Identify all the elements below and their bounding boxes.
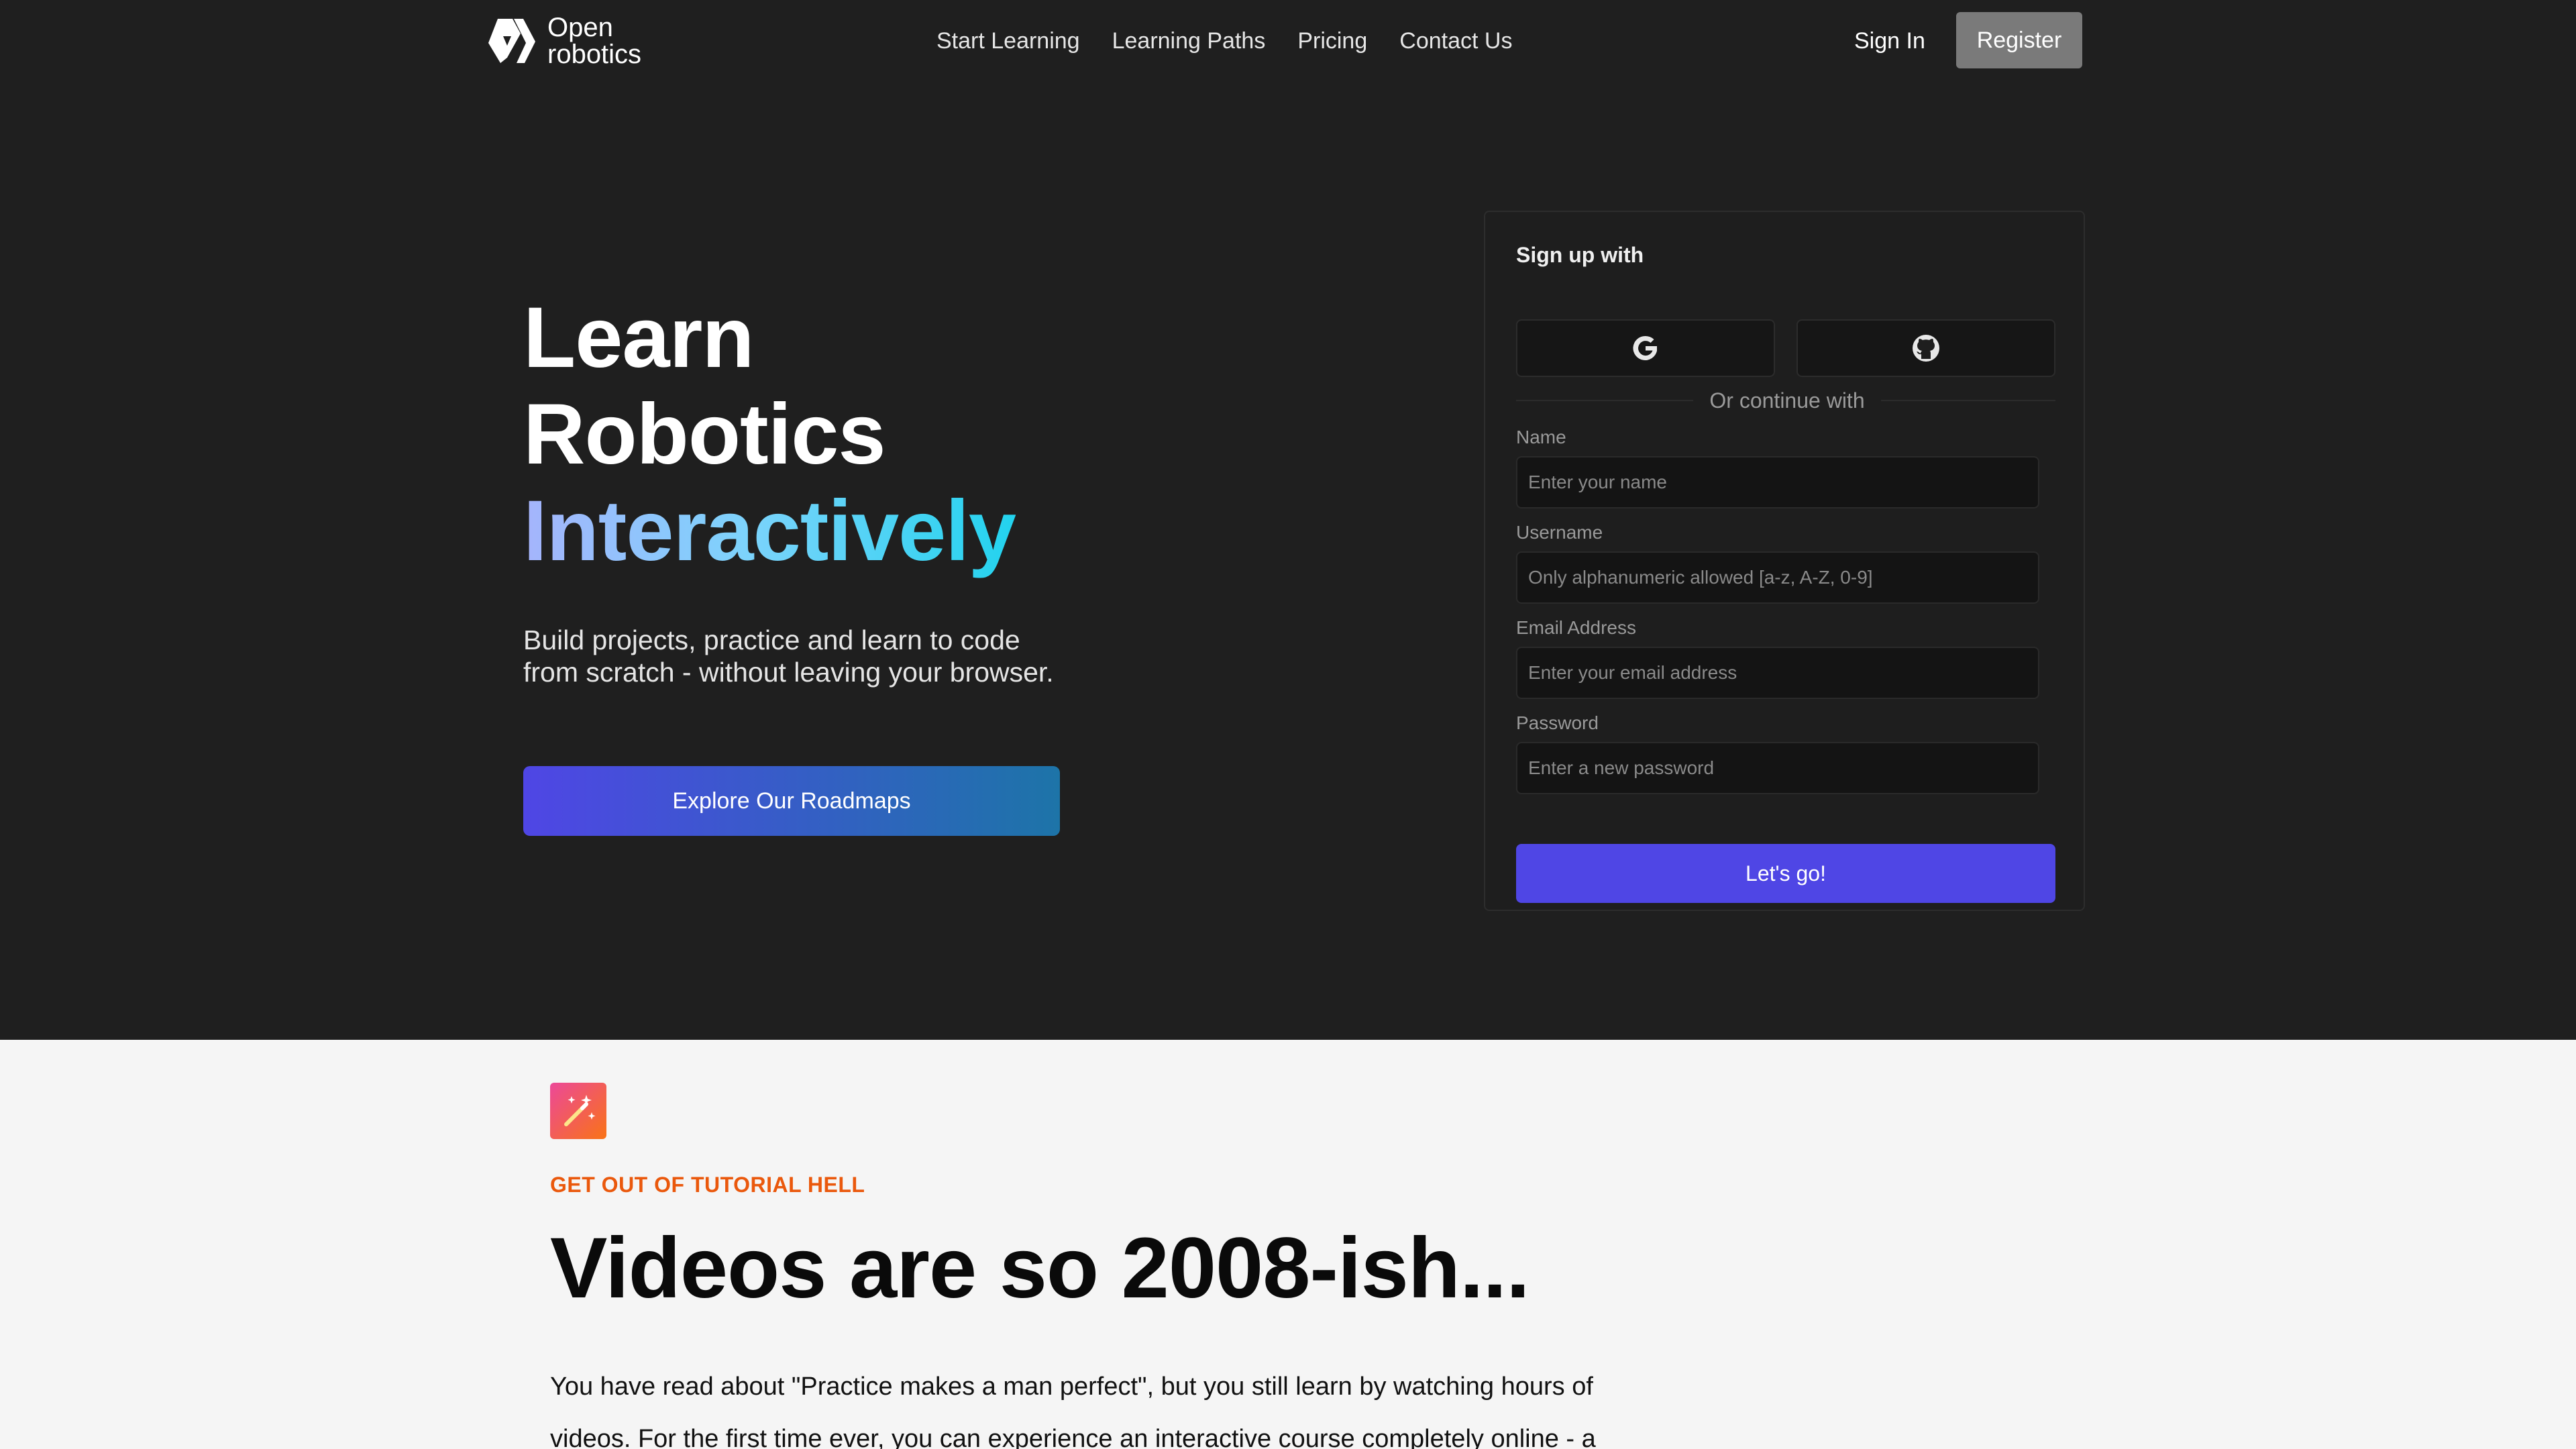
nav-link-start-learning[interactable]: Start Learning [936,25,1080,56]
feature-eyebrow: GET OUT OF TUTORIAL HELL [550,1173,865,1197]
password-label: Password [1516,712,1599,733]
magic-wand-icon [564,1095,596,1126]
feature-section: GET OUT OF TUTORIAL HELL Videos are so 2… [0,1040,2576,1449]
github-icon [1913,335,1939,362]
signup-title: Sign up with [1516,243,1644,267]
top-navbar: Open robotics Start Learning Learning Pa… [0,0,2576,83]
logo-line-1: Open [547,13,613,42]
hero-section: Learn Robotics Interactively Build proje… [0,83,2576,1040]
username-label: Username [1516,522,1603,543]
google-icon [1633,335,1657,360]
nav-link-pricing[interactable]: Pricing [1297,25,1367,56]
name-input[interactable] [1516,456,2039,508]
nav-link-contact-us[interactable]: Contact Us [1399,25,1512,56]
signup-card: Sign up with Or continue with Name Usern… [1484,211,2085,911]
email-input[interactable] [1516,647,2039,699]
hero-headline: Learn Robotics Interactively [523,290,1016,580]
nav-links: Start Learning Learning Paths Pricing Co… [936,25,1512,56]
logo-line-2: robotics [547,40,642,69]
nav-link-learning-paths[interactable]: Learning Paths [1112,25,1266,56]
password-input[interactable] [1516,742,2039,794]
feature-body: You have read about "Practice makes a ma… [550,1373,1596,1449]
open-robotics-logo-icon [488,19,535,63]
headline-line-3: Interactively [523,483,1016,579]
register-button[interactable]: Register [1956,12,2082,68]
headline-line-1: Learn [523,290,755,386]
username-input[interactable] [1516,551,2039,604]
feature-title: Videos are so 2008-ish... [550,1220,1530,1316]
google-signup-button[interactable] [1516,319,1775,377]
submit-signup-button[interactable]: Let's go! [1516,844,2055,903]
headline-line-2: Robotics [523,386,886,482]
sign-in-link[interactable]: Sign In [1854,25,1925,56]
hero-subtitle: Build projects, practice and learn to co… [523,625,1054,688]
divider-text: Or continue with [1693,388,1881,413]
name-label: Name [1516,427,1566,447]
feature-icon-box [550,1083,606,1139]
logo[interactable]: Open robotics [483,12,641,70]
logo-text: Open robotics [547,14,641,68]
email-label: Email Address [1516,617,1636,638]
github-signup-button[interactable] [1796,319,2055,377]
explore-roadmaps-button[interactable]: Explore Our Roadmaps [523,766,1060,836]
